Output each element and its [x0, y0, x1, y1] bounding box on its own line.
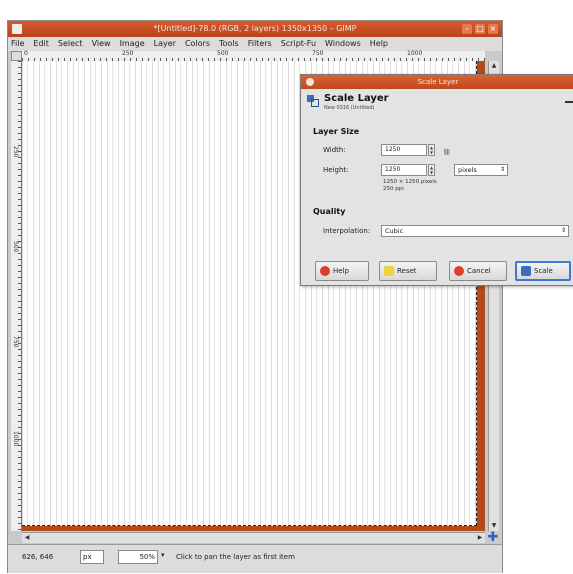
menu-colors[interactable]: Colors	[185, 37, 210, 51]
menu-view[interactable]: View	[92, 37, 111, 51]
scroll-up-icon[interactable]: ▲	[490, 62, 498, 70]
reset-button[interactable]: Reset	[379, 261, 437, 281]
scale-button[interactable]: Scale	[515, 261, 571, 281]
size-info-pixels: 1250 × 1250 pixels	[383, 179, 437, 185]
ruler-label: 500	[217, 50, 229, 57]
height-spinner[interactable]: ▲ ▼	[428, 164, 435, 176]
status-message: Click to pan the layer as first item	[176, 553, 295, 561]
height-input[interactable]: 1250	[381, 164, 427, 176]
unit-dropdown[interactable]: pixels ⇕	[454, 164, 508, 176]
ruler-label: 1000	[12, 431, 19, 447]
maximize-button[interactable]: □	[475, 24, 485, 34]
help-button-label: Help	[333, 267, 349, 275]
window-title: *[Untitled]-78.0 (RGB, 2 layers) 1350x13…	[153, 24, 357, 33]
dialog-subheading: New 0316 (Untitled)	[324, 105, 375, 111]
ruler-label: 750	[12, 336, 19, 348]
dialog-title: Scale Layer	[417, 78, 459, 86]
window-controls: - □ ×	[462, 24, 498, 34]
menu-tools[interactable]: Tools	[219, 37, 239, 51]
header-divider	[565, 101, 573, 103]
dialog-titlebar[interactable]: Scale Layer	[301, 75, 573, 89]
interpolation-value: Cubic	[385, 227, 404, 235]
ruler-label: 250	[12, 146, 19, 158]
dialog-header: Scale Layer New 0316 (Untitled)	[307, 93, 573, 117]
ruler-label: 0	[24, 50, 28, 57]
scale-icon	[521, 266, 531, 276]
vertical-ruler[interactable]: 250 500 750 1000	[11, 61, 22, 531]
unit-selector[interactable]: px	[80, 550, 104, 564]
menu-select[interactable]: Select	[58, 37, 83, 51]
menu-filters[interactable]: Filters	[248, 37, 272, 51]
cancel-button[interactable]: Cancel	[449, 261, 507, 281]
statusbar: 626, 646 px 50% ▾ Click to pan the layer…	[8, 544, 502, 573]
ruler-label: 1000	[407, 50, 423, 57]
close-button[interactable]: ×	[488, 24, 498, 34]
menu-file[interactable]: File	[11, 37, 24, 51]
reset-button-label: Reset	[397, 267, 417, 275]
horizontal-scrollbar[interactable]: ◀ ▶	[22, 532, 485, 543]
menu-edit[interactable]: Edit	[33, 37, 49, 51]
interpolation-dropdown[interactable]: Cubic ⇕	[381, 225, 569, 237]
scale-button-label: Scale	[534, 267, 553, 275]
scale-layer-dialog: Scale Layer Scale Layer New 0316 (Untitl…	[300, 74, 573, 286]
reset-icon	[384, 266, 394, 276]
pointer-coordinates: 626, 646	[22, 553, 54, 561]
menu-script-fu[interactable]: Script-Fu	[281, 37, 316, 51]
zoom-field[interactable]: 50%	[118, 550, 158, 564]
size-info-resolution: 250 ppi	[383, 186, 404, 192]
scroll-down-icon[interactable]: ▼	[490, 522, 498, 530]
cancel-button-label: Cancel	[467, 267, 491, 275]
menu-windows[interactable]: Windows	[325, 37, 361, 51]
width-input[interactable]: 1250	[381, 144, 427, 156]
window-titlebar[interactable]: *[Untitled]-78.0 (RGB, 2 layers) 1350x13…	[8, 21, 502, 37]
spinner-icon: ⇕	[560, 227, 566, 234]
help-icon	[320, 266, 330, 276]
chain-link-icon[interactable]: ⛓	[443, 147, 451, 169]
menu-layer[interactable]: Layer	[154, 37, 176, 51]
interpolation-label: Interpolation:	[323, 227, 371, 235]
menu-image[interactable]: Image	[120, 37, 145, 51]
height-label: Height:	[323, 166, 349, 174]
layer-size-section-title: Layer Size	[313, 127, 360, 136]
cancel-icon	[454, 266, 464, 276]
menu-help[interactable]: Help	[370, 37, 388, 51]
zoom-dropdown-icon[interactable]: ▾	[161, 551, 165, 559]
help-button[interactable]: Help	[315, 261, 369, 281]
ruler-label: 750	[312, 50, 324, 57]
ruler-label: 500	[12, 241, 19, 253]
navigate-icon[interactable]: ✚	[487, 531, 499, 544]
width-label: Width:	[323, 146, 346, 154]
scale-layer-icon	[307, 95, 319, 107]
dialog-app-icon	[306, 78, 314, 86]
unit-dropdown-value: pixels	[458, 166, 477, 174]
spinner-icon: ⇕	[499, 166, 505, 173]
quality-section-title: Quality	[313, 207, 346, 216]
scroll-left-icon[interactable]: ◀	[23, 534, 31, 542]
ruler-label: 250	[122, 50, 134, 57]
menubar: File Edit Select View Image Layer Colors…	[8, 37, 502, 51]
dialog-heading: Scale Layer	[324, 93, 389, 104]
gimp-app-icon	[12, 24, 22, 34]
scroll-right-icon[interactable]: ▶	[476, 534, 484, 542]
minimize-button[interactable]: -	[462, 24, 472, 34]
quick-mask-toggle[interactable]	[11, 51, 22, 61]
width-spinner[interactable]: ▲ ▼	[428, 144, 435, 156]
